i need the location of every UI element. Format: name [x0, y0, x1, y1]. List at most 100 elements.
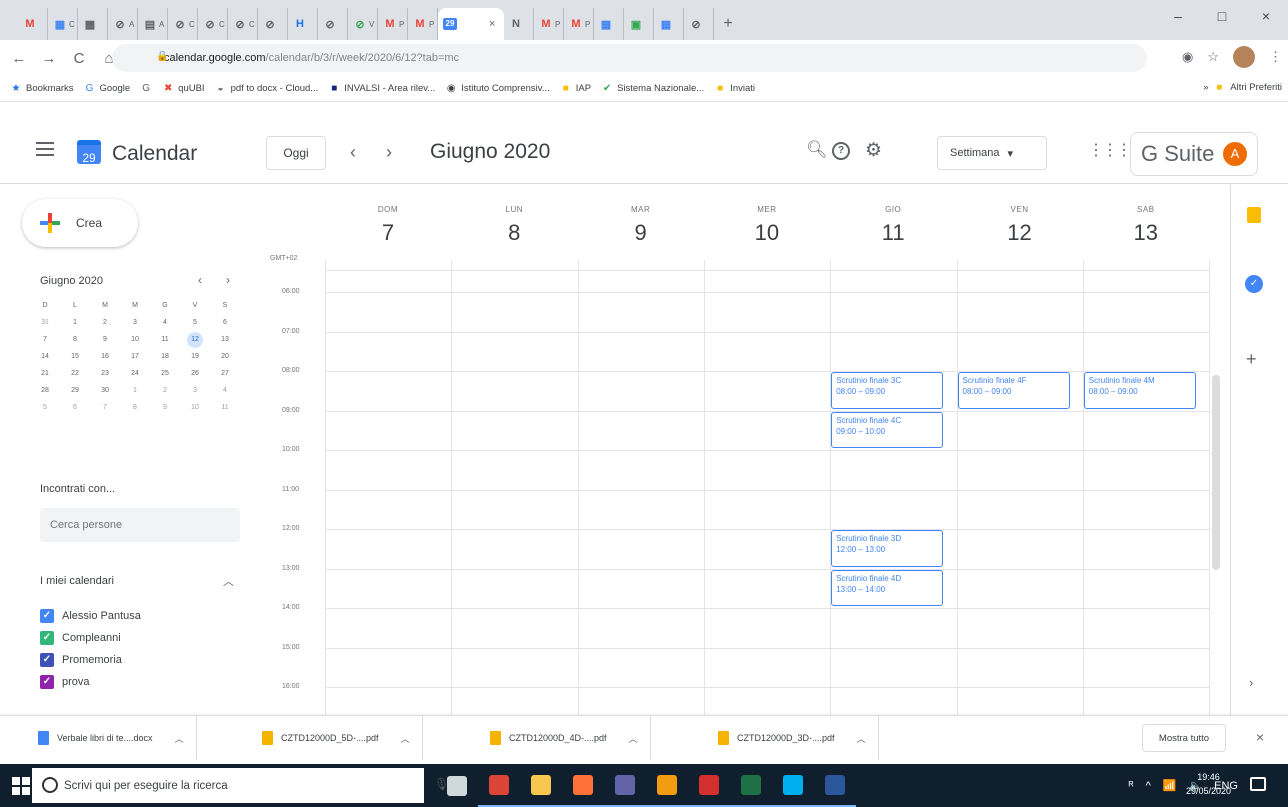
task-view-taskbar-icon[interactable] [436, 764, 478, 807]
mini-day[interactable]: 20 [210, 348, 240, 365]
maximize-button[interactable]: □ [1200, 0, 1244, 32]
mini-day[interactable]: 3 [180, 382, 210, 399]
calendar-event[interactable]: Scrutinio finale 4C 09:00 – 10:00 [831, 411, 944, 448]
bookmark-item[interactable]: ■ Inviati [714, 83, 755, 94]
profile-avatar[interactable] [1233, 46, 1255, 68]
tray-icon[interactable]: 📶 [1163, 779, 1177, 792]
active-tab-calendar[interactable]: 29 × [438, 8, 504, 40]
mini-day[interactable]: 16 [90, 348, 120, 365]
day-header[interactable]: LUN 8 [451, 185, 577, 246]
chevron-up-icon[interactable]: ︿ [629, 732, 638, 745]
people-search-input[interactable] [40, 508, 240, 542]
mini-day[interactable]: 5 [180, 314, 210, 331]
gsuite-account[interactable]: G Suite A [1130, 132, 1258, 176]
close-tab-icon[interactable]: × [489, 18, 495, 30]
mini-day[interactable]: 17 [120, 348, 150, 365]
bookmark-item[interactable]: ◉ Istituto Comprensiv... [445, 83, 550, 94]
notifications-icon[interactable] [1250, 777, 1266, 791]
mini-day[interactable]: 26 [180, 365, 210, 382]
download-item[interactable]: CZTD12000D_3D-....pdf ︿ [718, 716, 879, 760]
back-icon[interactable]: ← [8, 50, 30, 67]
mini-day[interactable]: 27 [210, 365, 240, 382]
browser-tab[interactable]: ▣ [624, 8, 654, 40]
extension-icon[interactable]: ◉ [1182, 49, 1193, 65]
browser-tab[interactable]: ⊘ [318, 8, 348, 40]
mini-day[interactable]: 24 [120, 365, 150, 382]
skype-taskbar-icon[interactable] [772, 764, 814, 807]
browser-tab[interactable]: ▦ [594, 8, 624, 40]
create-button[interactable]: Crea [22, 199, 138, 247]
search-icon[interactable]: 🔍︎ [806, 140, 828, 160]
browser-tab[interactable]: ⊘ A [108, 8, 138, 40]
day-number[interactable]: 8 [451, 220, 577, 246]
bookmark-item[interactable]: ■ INVALSI - Area rilev... [328, 83, 435, 94]
checkbox-icon[interactable]: ✓ [40, 631, 54, 645]
browser-tab[interactable]: ⊘ C [168, 8, 198, 40]
mini-day[interactable]: 14 [30, 348, 60, 365]
chevron-up-icon[interactable]: ︿ [401, 732, 410, 745]
calendar-event[interactable]: Scrutinio finale 3C 08:00 – 09:00 [831, 372, 944, 409]
checkbox-icon[interactable]: ✓ [40, 653, 54, 667]
checkbox-icon[interactable]: ✓ [40, 609, 54, 623]
browser-tab[interactable]: H [288, 8, 318, 40]
mini-day[interactable]: 7 [30, 331, 60, 348]
mini-day[interactable]: 8 [120, 399, 150, 416]
calendar-list-item[interactable]: ✓ Alessio Pantusa [40, 605, 141, 627]
day-header[interactable]: GIO 11 [830, 185, 956, 246]
bookmark-item[interactable]: G [140, 83, 152, 94]
bookmark-item[interactable]: G Google [84, 83, 131, 94]
mini-day[interactable]: 10 [120, 331, 150, 348]
calendar-event[interactable]: Scrutinio finale 3D 12:00 – 13:00 [831, 530, 944, 567]
mini-day[interactable]: 6 [210, 314, 240, 331]
browser-tab[interactable]: ⊘ C [228, 8, 258, 40]
chrome-taskbar-icon[interactable] [478, 764, 520, 807]
tray-icon[interactable]: ᴿ [1129, 780, 1134, 792]
bookmark-item[interactable]: ✖ quUBI [162, 83, 205, 94]
browser-tab[interactable]: ⊘ C [198, 8, 228, 40]
browser-tab[interactable]: M [18, 8, 48, 40]
file-explorer-taskbar-icon[interactable] [520, 764, 562, 807]
mini-day[interactable]: 5 [30, 399, 60, 416]
bookmark-item[interactable]: ★ Bookmarks [10, 83, 74, 94]
mini-day[interactable]: 11 [210, 399, 240, 416]
address-bar[interactable]: 🔒 calendar.google.com/calendar/b/3/r/wee… [112, 44, 1147, 72]
calendar-event[interactable]: Scrutinio finale 4D 13:00 – 14:00 [831, 569, 944, 606]
mini-day[interactable]: 12 [180, 331, 210, 348]
mini-day[interactable]: 2 [150, 382, 180, 399]
download-item[interactable]: Verbale libri di te....docx ︿ [38, 716, 197, 760]
day-header[interactable]: DOM 7 [325, 185, 451, 246]
browser-tab[interactable]: ▤ A [138, 8, 168, 40]
mini-day[interactable]: 4 [150, 314, 180, 331]
day-number[interactable]: 13 [1083, 220, 1209, 246]
mini-day[interactable]: 1 [60, 314, 90, 331]
expand-panel-icon[interactable]: › [1249, 675, 1253, 690]
show-all-downloads-button[interactable]: Mostra tutto [1142, 724, 1226, 752]
mini-day[interactable]: 22 [60, 365, 90, 382]
mini-day[interactable]: 15 [60, 348, 90, 365]
mini-day[interactable]: 21 [30, 365, 60, 382]
forward-icon[interactable]: → [38, 50, 60, 67]
calendar-list-item[interactable]: ✓ Promemoria [40, 649, 141, 671]
browser-tab[interactable]: ⊘ V [348, 8, 378, 40]
grid-scrollbar[interactable] [1212, 375, 1220, 570]
bookmark-item[interactable]: ■ IAP [560, 83, 591, 94]
mini-day[interactable]: 8 [60, 331, 90, 348]
minimize-button[interactable]: – [1156, 0, 1200, 32]
chevron-up-icon[interactable]: ︿ [857, 732, 866, 745]
day-number[interactable]: 11 [830, 220, 956, 246]
browser-tab[interactable]: MP [408, 8, 438, 40]
mini-day[interactable]: 18 [150, 348, 180, 365]
calendar-event[interactable]: Scrutinio finale 4M 08:00 – 09:00 [1083, 372, 1197, 409]
prev-week-button[interactable]: ‹ [350, 142, 356, 163]
tasks-icon[interactable]: ✓ [1245, 275, 1263, 293]
mini-day[interactable]: 10 [180, 399, 210, 416]
system-clock[interactable]: 19:46 29/05/2020 [1186, 770, 1231, 798]
calendar-list-item[interactable]: ✓ Compleanni [40, 627, 141, 649]
google-apps-icon[interactable]: ⋮⋮⋮ [1088, 140, 1132, 160]
mini-day[interactable]: 9 [90, 331, 120, 348]
app-orange-taskbar-icon[interactable] [646, 764, 688, 807]
mini-day[interactable]: 3 [120, 314, 150, 331]
browser-tab[interactable]: MP [534, 8, 564, 40]
mini-day[interactable]: 19 [180, 348, 210, 365]
keep-icon[interactable] [1247, 207, 1261, 223]
